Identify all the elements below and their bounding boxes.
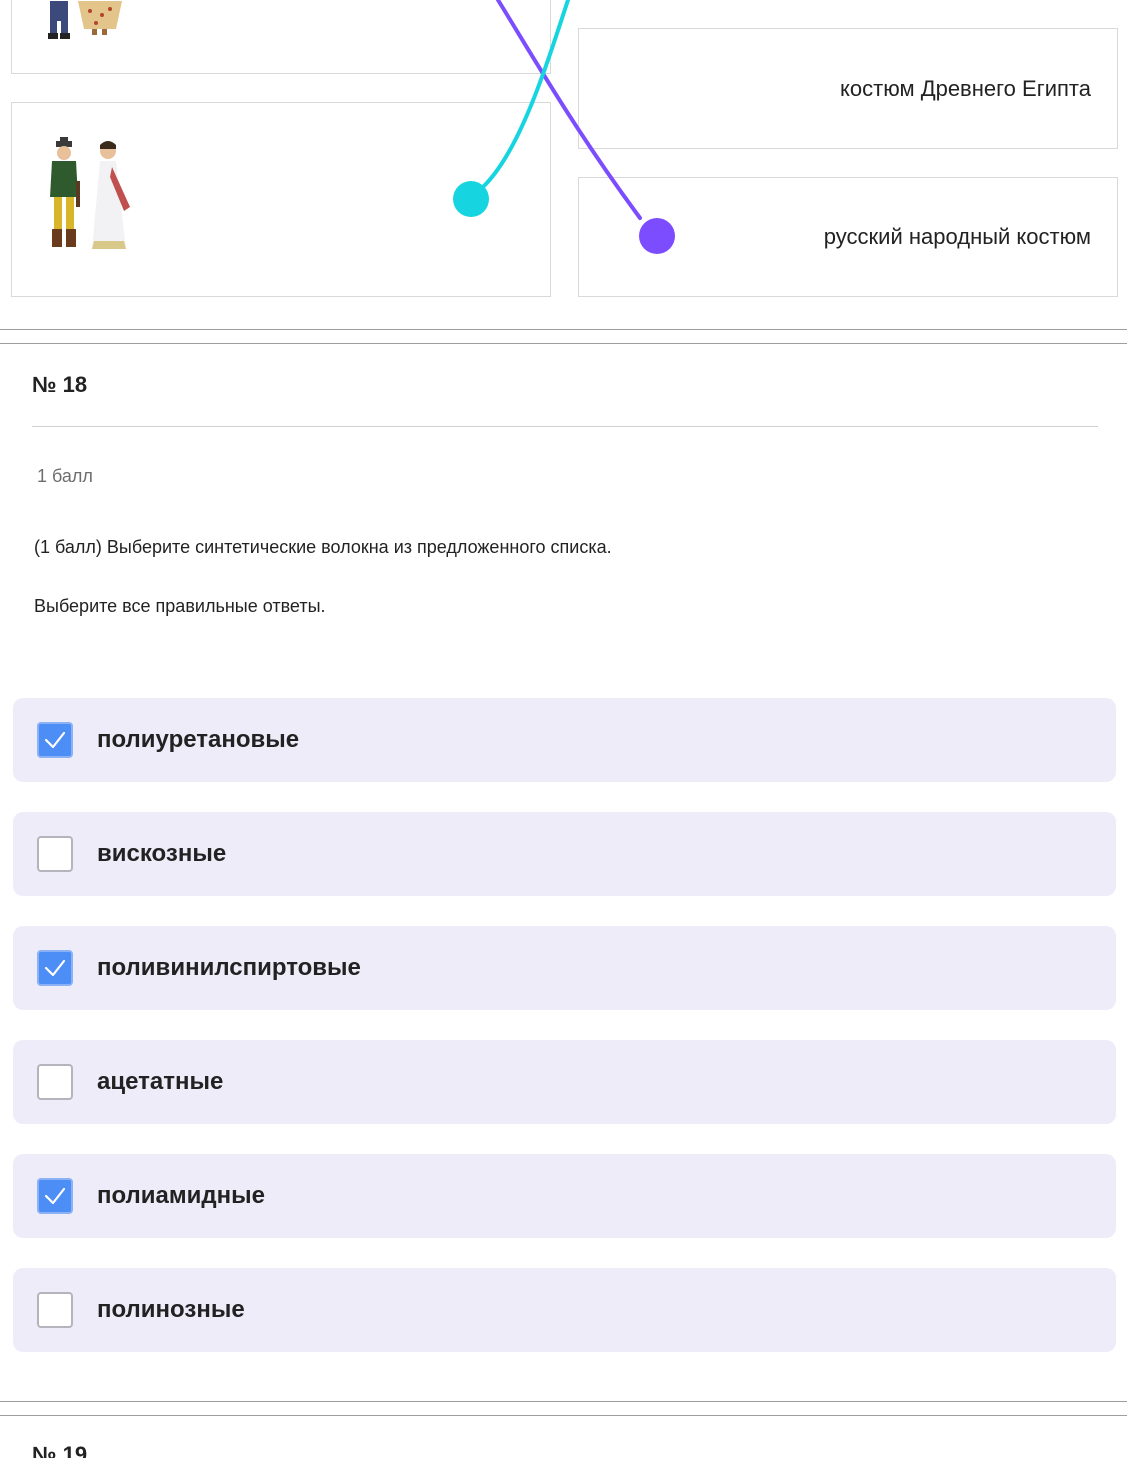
answer-option[interactable]: полинозные	[13, 1268, 1116, 1352]
checkmark-icon	[44, 959, 66, 977]
option-checkbox[interactable]	[37, 950, 73, 986]
section-divider-top-1	[0, 329, 1127, 330]
question-hint: Выберите все правильные ответы.	[34, 596, 326, 616]
checkmark-icon	[44, 1187, 66, 1205]
quiz-page: костюм Древнего Египта русский народный …	[0, 0, 1127, 1458]
option-checkbox[interactable]	[37, 836, 73, 872]
question-text: (1 балл) Выберите синтетические волокна …	[34, 537, 612, 557]
answer-option[interactable]: полиуретановые	[13, 698, 1116, 782]
purple-connector-handle	[639, 218, 675, 254]
question-number: № 18	[32, 372, 88, 397]
answer-option[interactable]: поливинилспиртовые	[13, 926, 1116, 1010]
option-label: полиуретановые	[97, 726, 300, 753]
option-label: полиамидные	[97, 1182, 265, 1209]
option-label: полинозные	[97, 1296, 245, 1323]
option-label: поливинилспиртовые	[97, 954, 361, 981]
option-checkbox[interactable]	[37, 722, 73, 758]
cyan-connector-handle	[453, 181, 489, 217]
option-label: вискозные	[97, 840, 227, 867]
answer-option[interactable]: ацетатные	[13, 1040, 1116, 1124]
section-divider-top-2	[0, 343, 1127, 344]
answer-option[interactable]: полиамидные	[13, 1154, 1116, 1238]
option-checkbox[interactable]	[37, 1178, 73, 1214]
section-divider-bottom-1	[0, 1401, 1127, 1402]
match-connectors	[453, 0, 675, 254]
question-points: 1 балл	[37, 466, 93, 486]
option-label: ацетатные	[97, 1068, 224, 1095]
next-question-number: № 19	[32, 1442, 88, 1458]
option-checkbox[interactable]	[37, 1292, 73, 1328]
question-header-separator	[32, 426, 1098, 427]
checkmark-icon	[44, 731, 66, 749]
section-divider-bottom-2	[0, 1415, 1127, 1416]
option-checkbox[interactable]	[37, 1064, 73, 1100]
purple-connector-line	[496, 0, 642, 220]
answer-option[interactable]: вискозные	[13, 812, 1116, 896]
